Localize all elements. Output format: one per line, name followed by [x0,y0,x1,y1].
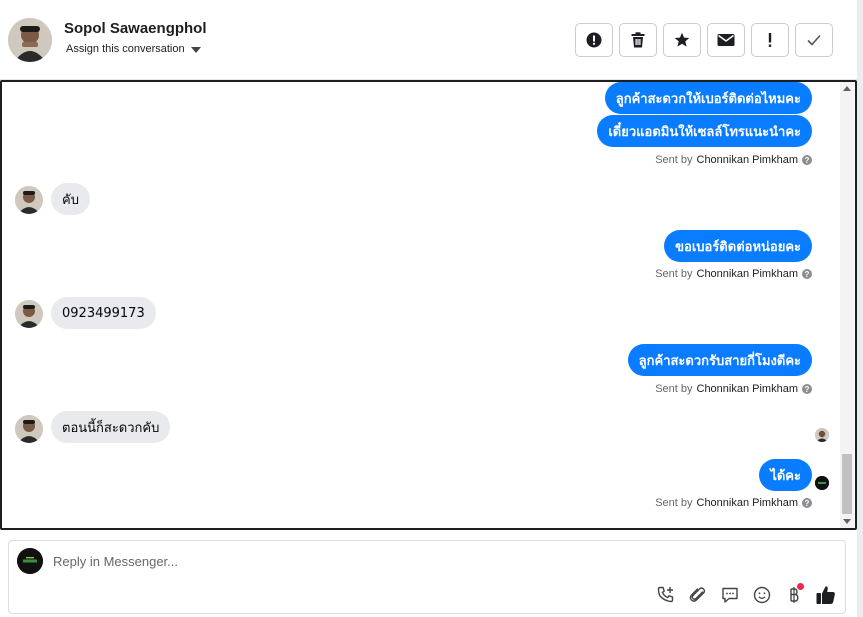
sent-by-prefix: Sent by [655,383,693,395]
emoji-icon [753,586,771,604]
contact-name[interactable]: Sopol Sawaengphol [64,20,207,37]
message-thread[interactable]: ลูกค้าสะดวกให้เบอร์ติดต่อไหมคะ เดี๋ยวแอด… [0,80,857,530]
conversation-actions [575,23,833,57]
composer-toolbar [654,583,838,607]
mark-spam-button[interactable] [575,23,613,57]
sender-agent-name: Chonnikan Pimkham [696,383,799,395]
outgoing-message: เดี๋ยวแอดมินให้เซลล์โทรแนะนำคะ [597,115,812,147]
star-button[interactable] [663,23,701,57]
sender-agent-name: Chonnikan Pimkham [696,497,799,509]
incoming-message: 0923499173 [51,297,156,329]
page-avatar [17,548,43,574]
notification-dot [797,583,804,590]
attach-file-button[interactable] [686,583,710,607]
help-icon[interactable]: ? [802,384,812,394]
sender-agent-name: Chonnikan Pimkham [696,154,799,166]
sent-by-prefix: Sent by [655,154,693,166]
window-edge [857,0,863,617]
saved-reply-icon [722,587,738,603]
thumbs-up-icon [816,586,835,604]
attachment-icon [689,587,706,602]
outgoing-message: ลูกค้าสะดวกรับสายกี่โมงดีคะ [627,344,812,376]
trash-icon [631,32,645,48]
help-icon[interactable]: ? [802,498,812,508]
spam-alert-icon [586,32,602,48]
caret-down-icon [190,46,201,53]
star-icon [674,32,690,47]
outgoing-message: ขอเบอร์ติดต่อหน่อยคะ [664,230,812,262]
assign-conversation-dropdown[interactable]: Assign this conversation [66,43,201,55]
contact-avatar[interactable] [8,18,52,62]
assign-label: Assign this conversation [66,43,185,55]
payment-button[interactable] [782,583,806,607]
page-read-avatar [815,476,829,490]
call-button[interactable] [654,583,678,607]
contact-avatar-small [15,300,43,328]
read-receipt-avatar [815,428,829,442]
reply-input[interactable] [53,551,653,571]
sent-by-label: Sent by Chonnikan Pimkham ? [655,497,812,509]
phone-add-icon [657,586,674,603]
send-like-button[interactable] [814,583,838,607]
reply-composer [8,540,846,614]
sent-by-label: Sent by Chonnikan Pimkham ? [655,154,812,166]
conversation-header: Sopol Sawaengphol Assign this conversati… [0,0,857,80]
exclamation-icon [768,33,772,47]
scroll-up-arrow-icon[interactable] [843,86,851,91]
incoming-message: คับ [51,183,90,215]
help-icon[interactable]: ? [802,269,812,279]
scroll-down-arrow-icon[interactable] [843,519,851,524]
mark-unread-button[interactable] [707,23,745,57]
sent-by-prefix: Sent by [655,268,693,280]
scrollbar-thumb[interactable] [842,454,852,514]
outgoing-message: ได้คะ [759,459,812,491]
saved-replies-button[interactable] [718,583,742,607]
follow-up-button[interactable] [751,23,789,57]
vertical-scrollbar[interactable] [840,82,854,528]
sent-by-label: Sent by Chonnikan Pimkham ? [655,383,812,395]
messenger-inbox-conversation: Sopol Sawaengphol Assign this conversati… [0,0,863,617]
help-icon[interactable]: ? [802,155,812,165]
mark-done-button[interactable] [795,23,833,57]
delete-button[interactable] [619,23,657,57]
check-icon [807,34,821,46]
incoming-message: ตอนนี้ก็สะดวกคับ [51,411,171,443]
sender-agent-name: Chonnikan Pimkham [696,268,799,280]
outgoing-message: ลูกค้าสะดวกให้เบอร์ติดต่อไหมคะ [604,82,812,114]
sent-by-prefix: Sent by [655,497,693,509]
envelope-icon [717,34,735,46]
contact-avatar-small [15,415,43,443]
contact-avatar-small [15,186,43,214]
emoji-button[interactable] [750,583,774,607]
sent-by-label: Sent by Chonnikan Pimkham ? [655,268,812,280]
